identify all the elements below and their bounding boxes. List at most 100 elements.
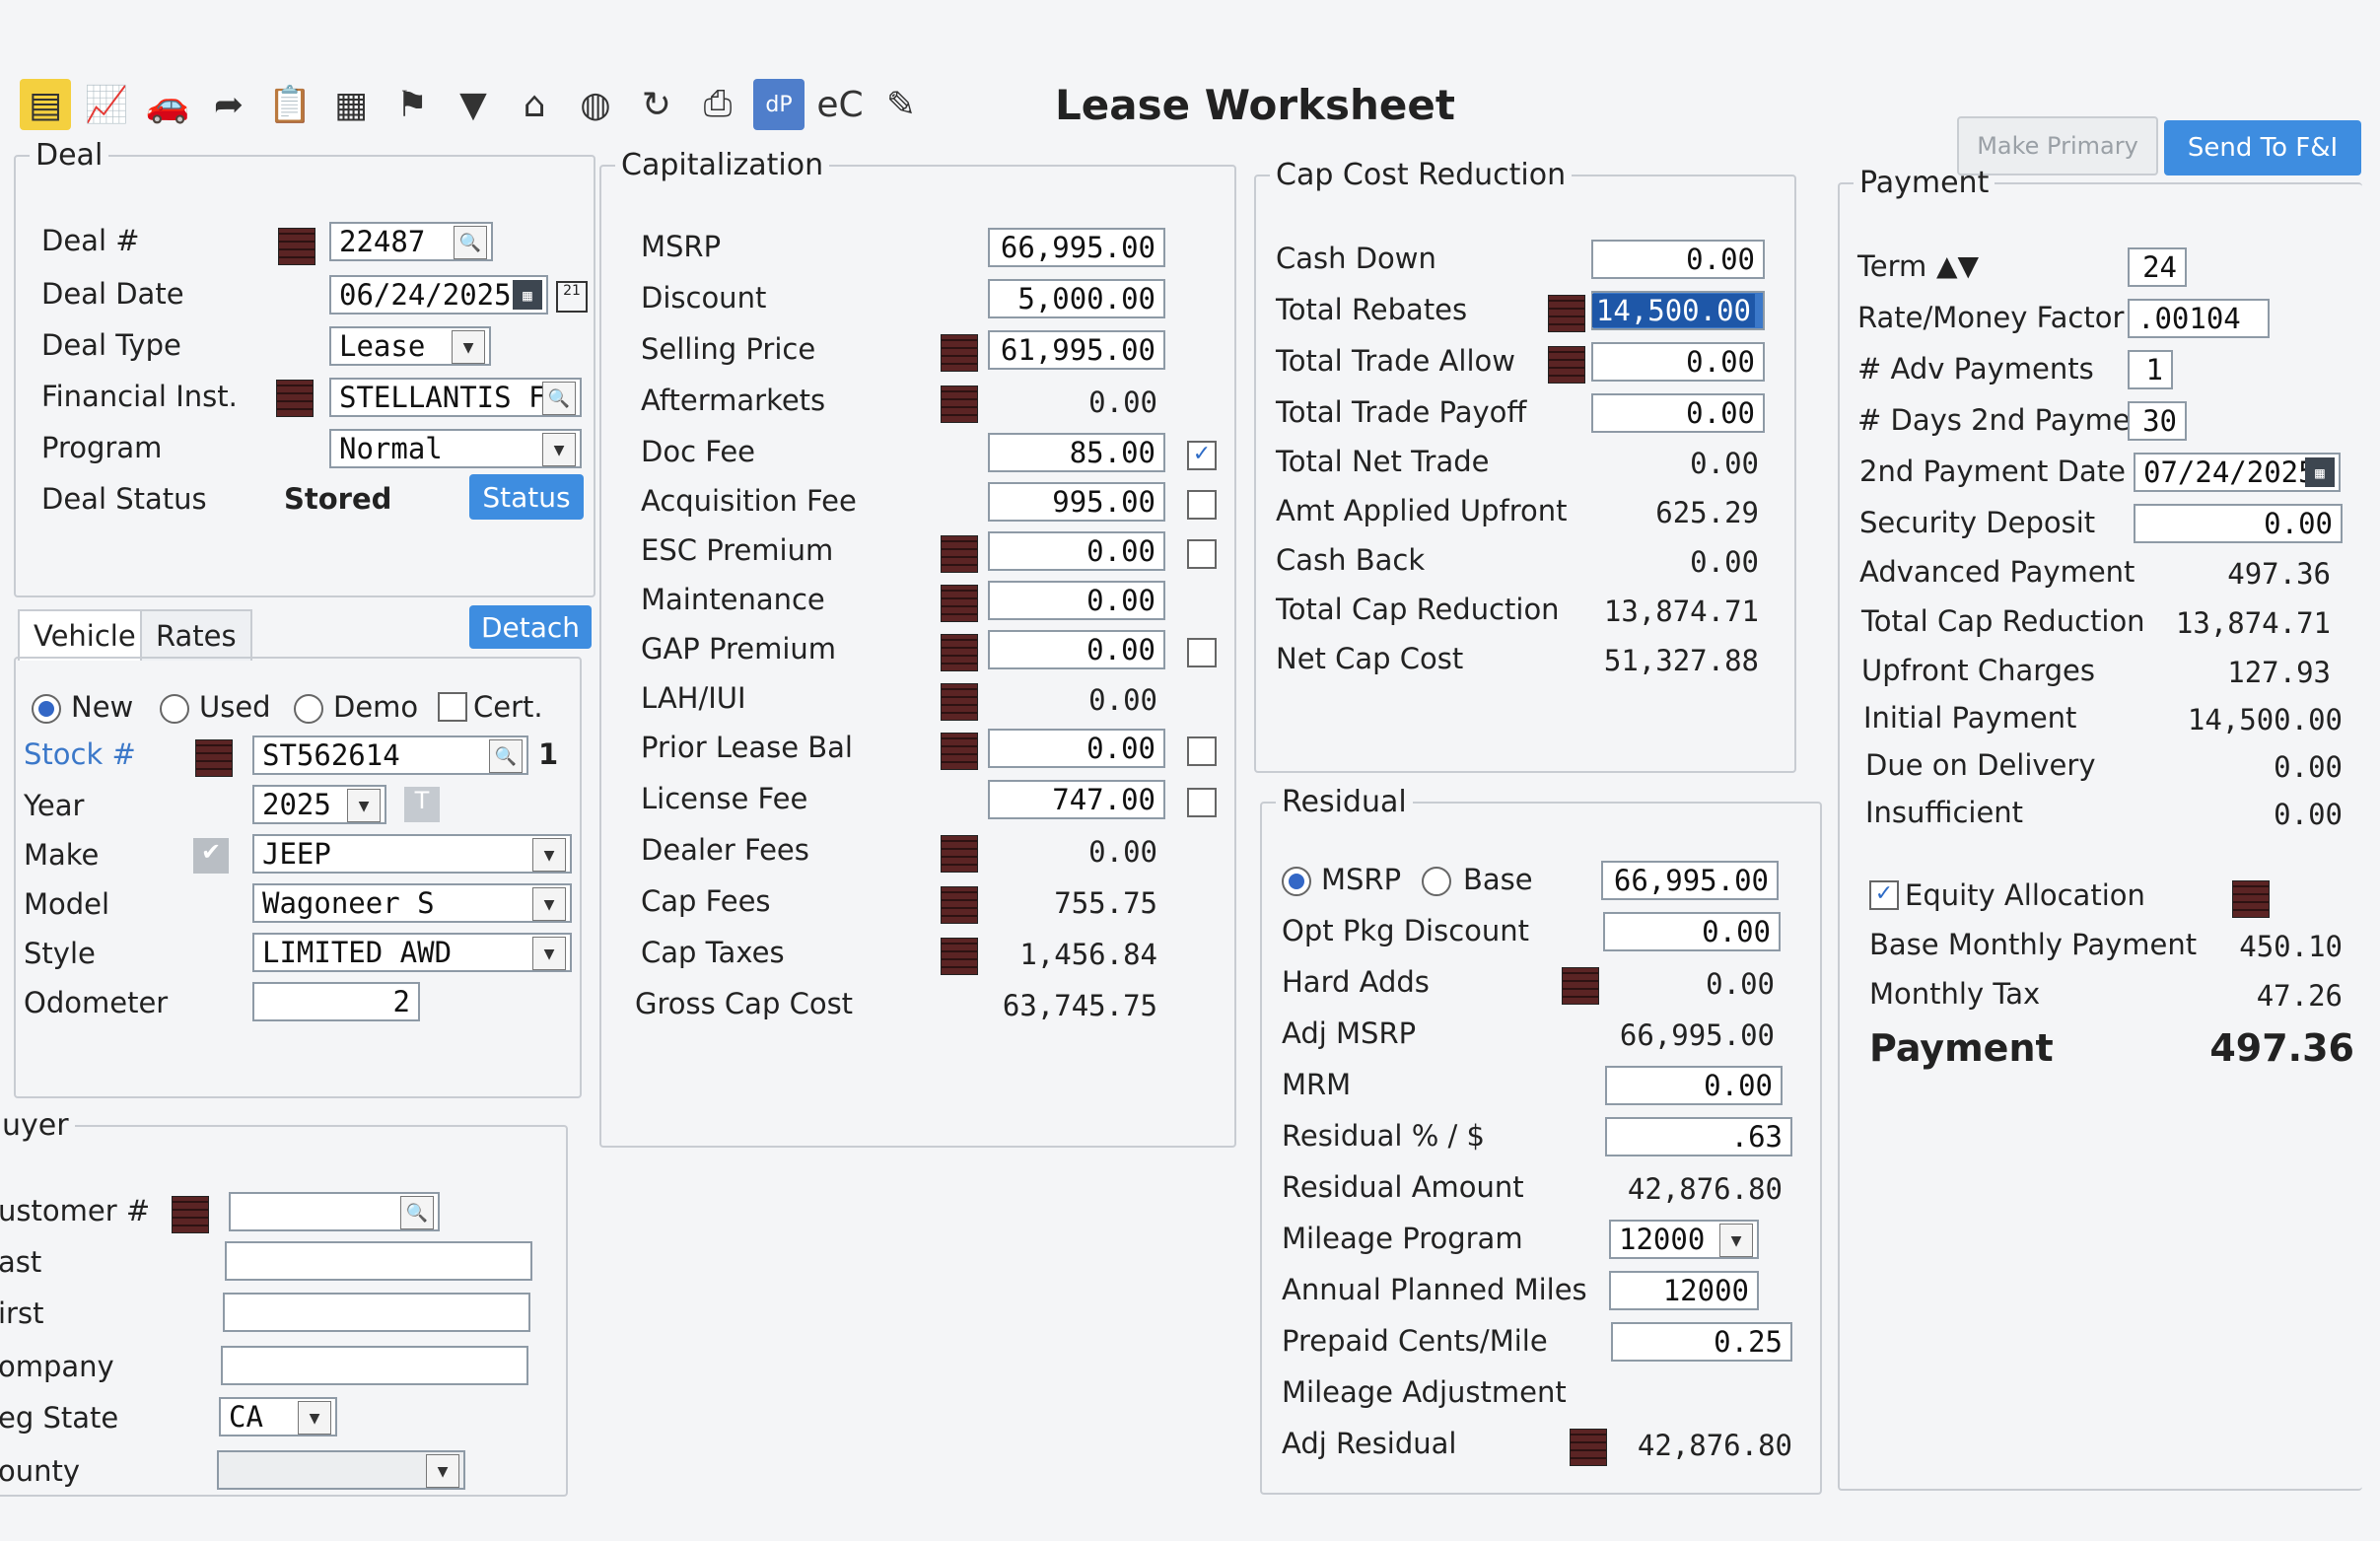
adv-payments-field[interactable]: 1 [2128,350,2173,389]
acq-fee-checkbox[interactable] [1187,490,1217,520]
chevron-down-icon[interactable]: ▼ [542,433,576,466]
cash-down-field[interactable]: 0.00 [1591,240,1765,279]
total-trade-allow-field[interactable]: 0.00 [1591,342,1765,382]
cert-checkbox[interactable] [438,692,467,722]
search-icon[interactable]: 🔍 [489,739,523,773]
gap-premium-field[interactable]: 0.00 [988,630,1165,669]
book-icon[interactable] [1562,967,1599,1005]
book-icon[interactable] [941,835,978,873]
book-icon[interactable] [941,334,978,372]
printer-icon[interactable]: ⎙ [692,79,743,130]
book-icon[interactable] [941,886,978,924]
book-icon[interactable] [1548,346,1585,384]
doc-fee-field[interactable]: 85.00 [988,433,1165,472]
calendar-icon[interactable]: ▦ [513,280,542,310]
license-checkbox[interactable] [1187,788,1217,817]
dp-icon[interactable]: dP [753,79,805,130]
doc-fee-checkbox[interactable]: ✓ [1187,441,1217,470]
chevron-down-icon[interactable]: ▼ [532,838,566,872]
base-radio[interactable] [1422,867,1451,896]
trade-payoff-field[interactable]: 0.00 [1591,393,1765,433]
term-field[interactable]: 24 [2128,247,2187,287]
customer-field[interactable]: 🔍 [229,1192,440,1231]
search-icon[interactable]: 🔍 [542,382,576,415]
chevron-down-icon[interactable]: ▼ [532,887,566,921]
model-select[interactable]: Wagoneer S ▼ [252,883,572,923]
calendar-icon[interactable]: ▦ [2305,457,2335,487]
deal-type-select[interactable]: Lease ▼ [329,326,491,366]
residual-msrp-field[interactable]: 66,995.00 [1601,861,1779,900]
book-icon[interactable] [941,733,978,770]
used-radio[interactable] [160,694,189,724]
arrow-icon[interactable]: ➦ [203,79,254,130]
book-icon[interactable] [172,1196,209,1233]
chevron-down-icon[interactable]: ▼ [1719,1224,1753,1257]
odometer-field[interactable]: 2 [252,982,420,1021]
notes-icon[interactable]: ▤ [20,79,71,130]
check-icon[interactable]: ✔ [193,838,229,874]
stock-label[interactable]: Stock # [24,737,136,771]
chevron-down-icon[interactable]: ▼ [532,937,566,970]
tab-vehicle[interactable]: Vehicle [18,609,152,661]
esc-checkbox[interactable] [1187,539,1217,569]
selling-price-field[interactable]: 61,995.00 [988,330,1165,370]
mileage-program-select[interactable]: 12000 ▼ [1609,1220,1759,1259]
company-field[interactable] [221,1346,528,1385]
search-icon[interactable]: 🔍 [400,1196,434,1229]
year-select[interactable]: 2025 ▼ [252,785,386,824]
rate-field[interactable]: .00104 [2128,299,2270,338]
chevron-down-icon[interactable]: ▼ [448,79,499,130]
book-icon[interactable] [941,683,978,721]
book-icon[interactable] [941,634,978,671]
equity-allocation-checkbox[interactable]: ✓ [1869,880,1899,910]
days-2nd-field[interactable]: 30 [2128,401,2187,441]
residual-pct-field[interactable]: .63 [1605,1117,1792,1156]
security-deposit-field[interactable]: 0.00 [2134,504,2343,543]
fin-inst-field[interactable]: STELLANTIS FI 🔍 [329,378,582,417]
demo-radio[interactable] [294,694,323,724]
search-icon[interactable]: 🔍 [454,226,487,259]
drop-icon[interactable]: ◍ [570,79,621,130]
calendar-grid-icon[interactable]: 21 [556,281,588,313]
maintenance-field[interactable]: 0.00 [988,581,1165,620]
make-select[interactable]: JEEP ▼ [252,834,572,874]
book-icon[interactable] [1570,1429,1607,1466]
edit-icon[interactable]: ✎ [875,79,927,130]
ec-icon[interactable]: eC [814,79,866,130]
reg-state-select[interactable]: CA ▼ [219,1397,337,1436]
swirl-icon[interactable]: ↻ [631,79,682,130]
msrp-radio[interactable] [1282,867,1311,896]
chevron-down-icon[interactable]: ▼ [347,789,381,822]
first-name-field[interactable] [223,1293,530,1332]
book-icon[interactable] [276,380,314,417]
last-name-field[interactable] [225,1241,532,1281]
car-icon[interactable]: 🚗 [142,79,193,130]
book-icon[interactable] [941,938,978,975]
detach-button[interactable]: Detach [469,605,592,649]
esc-premium-field[interactable]: 0.00 [988,531,1165,571]
style-select[interactable]: LIMITED AWD ▼ [252,933,572,972]
deal-date-field[interactable]: 06/24/2025 ▦ [329,275,548,315]
county-select[interactable]: ▼ [217,1450,465,1490]
total-rebates-field[interactable]: 14,500.00 [1591,291,1765,330]
date-2nd-field[interactable]: 07/24/2025 ▦ [2134,453,2341,492]
prepaid-cents-field[interactable]: 0.25 [1611,1322,1792,1362]
chevron-down-icon[interactable]: ▼ [426,1454,459,1488]
acq-fee-field[interactable]: 995.00 [988,482,1165,522]
home-icon[interactable]: ⌂ [509,79,560,130]
opt-pkg-field[interactable]: 0.00 [1603,912,1781,951]
book-icon[interactable] [1548,295,1585,332]
prior-lease-field[interactable]: 0.00 [988,729,1165,768]
term-stepper-icon[interactable]: ▲▼ [1936,249,1979,282]
msrp-field[interactable]: 66,995.00 [988,228,1165,267]
program-select[interactable]: Normal ▼ [329,429,582,468]
license-fee-field[interactable]: 747.00 [988,780,1165,819]
prior-lease-checkbox[interactable] [1187,736,1217,766]
chart-icon[interactable]: 📈 [81,79,132,130]
book-icon[interactable] [278,228,315,265]
book-icon[interactable] [2232,880,2270,918]
deal-no-field[interactable]: 22487 🔍 [329,222,493,261]
stock-field[interactable]: ST562614 🔍 [252,735,528,775]
annual-miles-field[interactable]: 12000 [1609,1271,1759,1310]
book-icon[interactable] [195,739,233,777]
